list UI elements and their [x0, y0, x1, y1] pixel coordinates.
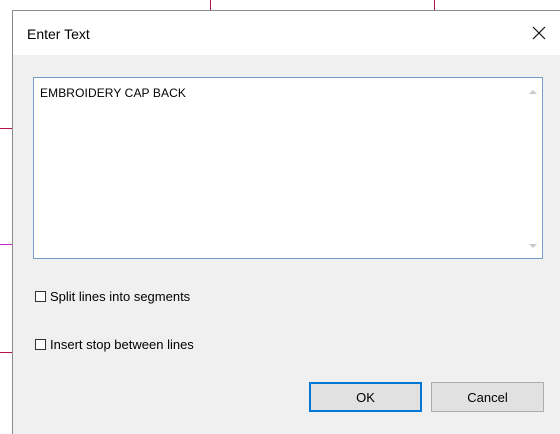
scroll-down-arrow-icon[interactable]	[529, 244, 537, 248]
close-button[interactable]	[516, 11, 560, 55]
canvas-guide-line	[210, 0, 211, 10]
enter-text-dialog: Enter Text EMBROIDERY CAP BACK Split lin…	[12, 10, 560, 434]
text-input-area[interactable]: EMBROIDERY CAP BACK	[33, 77, 543, 259]
canvas-guide-line	[0, 244, 12, 245]
application-canvas: Enter Text EMBROIDERY CAP BACK Split lin…	[0, 0, 560, 434]
canvas-guide-line	[0, 128, 12, 129]
scroll-up-arrow-icon[interactable]	[529, 90, 537, 94]
textbox-scrollbar[interactable]	[525, 78, 542, 258]
insert-stop-option[interactable]: Insert stop between lines	[35, 337, 194, 352]
canvas-guide-line	[434, 0, 435, 10]
split-lines-option[interactable]: Split lines into segments	[35, 289, 190, 304]
canvas-guide-line	[0, 352, 12, 353]
split-lines-label: Split lines into segments	[50, 289, 191, 304]
close-icon	[532, 26, 546, 40]
split-lines-checkbox[interactable]	[35, 291, 46, 302]
text-input-value: EMBROIDERY CAP BACK	[40, 86, 186, 100]
insert-stop-checkbox[interactable]	[35, 339, 46, 350]
insert-stop-label: Insert stop between lines	[50, 337, 194, 352]
cancel-button[interactable]: Cancel	[431, 382, 544, 412]
dialog-title: Enter Text	[27, 26, 90, 42]
ok-button[interactable]: OK	[309, 382, 422, 412]
dialog-titlebar: Enter Text	[13, 11, 560, 55]
